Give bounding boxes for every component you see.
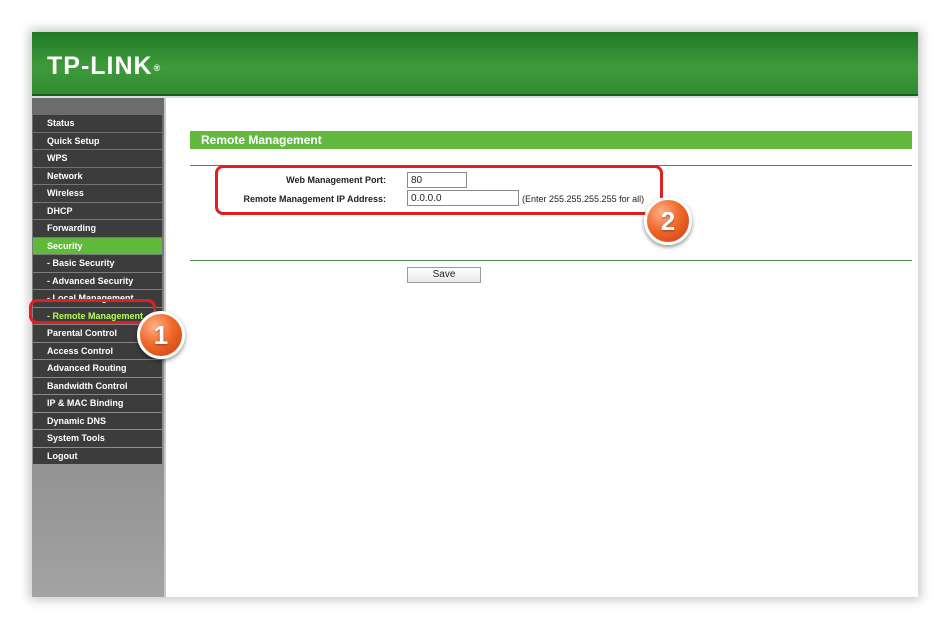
callout-box-1 (29, 299, 156, 324)
section-divider-bottom (190, 260, 912, 261)
callout-box-2 (215, 165, 663, 215)
sidebar-item-wps[interactable]: WPS (33, 150, 162, 167)
sidebar-menu: Status Quick Setup WPS Network Wireless DHCP F… (33, 115, 162, 465)
sidebar-item-bandwidth-control[interactable]: Bandwidth Control (33, 377, 162, 394)
sidebar-item-forwarding[interactable]: Forwarding (33, 220, 162, 237)
sidebar-item-dhcp[interactable]: DHCP (33, 202, 162, 219)
sidebar-item-system-tools[interactable]: System Tools (33, 430, 162, 447)
sidebar-item-security[interactable]: Security (33, 237, 162, 254)
save-button[interactable]: Save (407, 267, 481, 283)
sidebar-item-quick-setup[interactable]: Quick Setup (33, 132, 162, 149)
sidebar-item-status[interactable]: Status (33, 115, 162, 132)
tp-link-logo: TP-LINK® (47, 52, 162, 80)
header-banner: TP-LINK® (32, 32, 918, 96)
sidebar-item-advanced-routing[interactable]: Advanced Routing (33, 360, 162, 377)
section-title: Remote Management (190, 131, 912, 149)
sidebar-item-ip-and-mac-binding[interactable]: IP & MAC Binding (33, 395, 162, 412)
sidebar-item-basic-security[interactable]: - Basic Security (33, 255, 162, 272)
sidebar-item-advanced-security[interactable]: - Advanced Security (33, 272, 162, 289)
sidebar-item-logout[interactable]: Logout (33, 447, 162, 464)
sidebar-item-network[interactable]: Network (33, 167, 162, 184)
step-badge-2: 2 (644, 197, 692, 245)
step-badge-1: 1 (137, 311, 185, 359)
sidebar-item-wireless[interactable]: Wireless (33, 185, 162, 202)
sidebar-item-dynamic-dns[interactable]: Dynamic DNS (33, 412, 162, 429)
